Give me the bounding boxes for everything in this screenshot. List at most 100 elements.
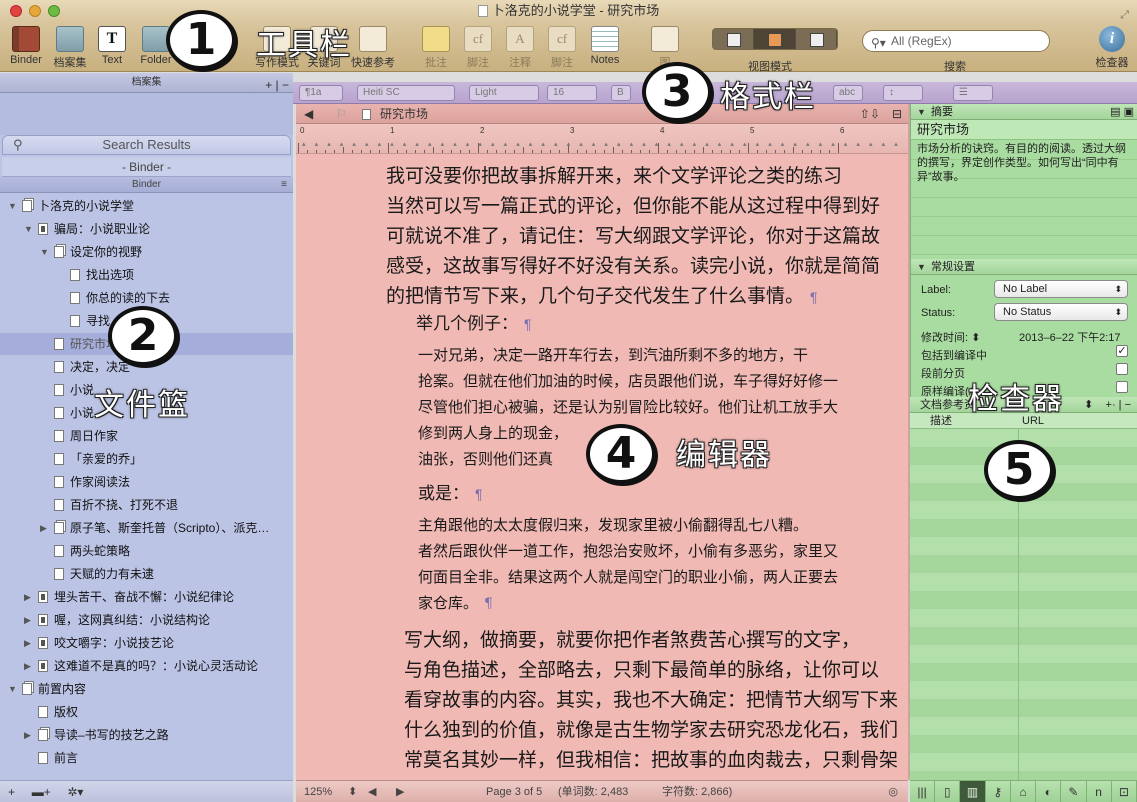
comment-button[interactable]: A 注释 — [504, 26, 536, 70]
binder-item[interactable]: 周日作家 — [0, 425, 293, 447]
collections-toolbar-button[interactable]: 档案集 — [52, 26, 88, 70]
binder-item[interactable]: ▶ 这难道不是真的吗？：小说心灵活动论 — [0, 655, 293, 677]
binder-item[interactable]: 天赋的力有未逮 — [0, 563, 293, 585]
binder-item[interactable]: ▶ 喔，这网真纠结：小说结构论 — [0, 609, 293, 631]
binder-item[interactable]: ▶ 埋头苦干、奋战不懈：小说纪律论 — [0, 586, 293, 608]
search-input[interactable]: ⚲▾ All (RegEx) — [862, 30, 1050, 52]
split-editor-icon[interactable]: ⊟ — [892, 104, 902, 124]
tab-stop-marker[interactable]: ▴ — [365, 140, 369, 148]
lock-icon[interactable]: ⊡ — [1112, 781, 1137, 802]
tab-stop-marker[interactable]: ▴ — [781, 140, 785, 148]
corkboard-view-button[interactable] — [754, 29, 796, 49]
disclosure-open-icon[interactable]: ▼ — [8, 678, 18, 700]
tab-stop-marker[interactable]: ▴ — [567, 140, 571, 148]
add-folder-button[interactable]: ▬+ — [32, 785, 51, 799]
gear-icon[interactable]: ✲▾ — [67, 785, 83, 799]
tab-stop-marker[interactable]: ▴ — [403, 140, 407, 148]
label-select[interactable]: No Label ⬍ — [994, 280, 1128, 298]
binder-item[interactable]: ▼ 骗局：小说职业论 — [0, 218, 293, 240]
tab-stop-marker[interactable]: ▴ — [756, 140, 760, 148]
tab-stop-marker[interactable]: ▴ — [315, 140, 319, 148]
notes-tab-icon[interactable]: ||| — [910, 781, 936, 802]
tab-stop-marker[interactable]: ▴ — [428, 140, 432, 148]
list-style-select[interactable]: ☰ — [953, 85, 993, 101]
font-family-select[interactable]: Heiti SC — [357, 85, 455, 101]
binder-item[interactable]: 「亲爱的乔」 — [0, 448, 293, 470]
references-tab-icon[interactable]: ▥ — [960, 781, 986, 802]
tab-stop-marker[interactable]: ▴ — [718, 140, 722, 148]
references-menu-icon[interactable]: ⬍ — [1084, 397, 1093, 413]
include-compile-checkbox[interactable]: ✓ — [1116, 345, 1128, 357]
tab-stop-marker[interactable]: ▴ — [302, 140, 306, 148]
synopsis-view-icon[interactable]: ▤ ▣ — [1110, 104, 1134, 120]
status-select[interactable]: No Status ⬍ — [994, 303, 1128, 321]
tab-stop-marker[interactable]: ▴ — [642, 140, 646, 148]
navigate-up-down-icon[interactable]: ⇧⇩ — [860, 104, 880, 124]
tab-stop-marker[interactable]: ▴ — [390, 140, 394, 148]
binder-item[interactable]: ▶ 导读–书写的技艺之路 — [0, 724, 293, 746]
document-tab-icon[interactable]: ▯ — [935, 781, 961, 802]
disclosure-closed-icon[interactable]: ▶ — [24, 632, 34, 654]
highlight-button[interactable]: abc — [833, 85, 863, 101]
tab-stop-marker[interactable]: ▴ — [844, 140, 848, 148]
inline-footnote-button[interactable]: cf 脚注 — [546, 26, 578, 70]
tab-stop-marker[interactable]: ▴ — [831, 140, 835, 148]
binder-item[interactable]: 百折不挠、打死不退 — [0, 494, 293, 516]
tab-stop-marker[interactable]: ▴ — [655, 140, 659, 148]
tab-stop-marker[interactable]: ▴ — [541, 140, 545, 148]
snapshots-tab-icon[interactable]: ◐ — [1036, 781, 1062, 802]
binder-item[interactable]: 作家阅读法 — [0, 471, 293, 493]
disclosure-closed-icon[interactable]: ▶ — [24, 586, 34, 608]
binder-menu-icon[interactable]: ≡ — [281, 177, 287, 193]
disclosure-closed-icon[interactable]: ▶ — [24, 655, 34, 677]
binder-item[interactable]: 两头蛇策略 — [0, 540, 293, 562]
tab-stop-marker[interactable]: ▴ — [856, 140, 860, 148]
tab-stop-marker[interactable]: ▴ — [441, 140, 445, 148]
disclosure-open-icon[interactable]: ▼ — [40, 241, 50, 263]
synopsis-title[interactable]: 研究市场 — [911, 120, 1137, 140]
binder-item[interactable]: ▶ 咬文嚼字：小说技艺论 — [0, 632, 293, 654]
tab-stop-marker[interactable]: ▴ — [466, 140, 470, 148]
quick-reference-button[interactable]: 快速参考 — [350, 26, 396, 70]
page-break-checkbox[interactable] — [1116, 363, 1128, 375]
bookmark-icon[interactable]: ⚐ — [336, 104, 347, 124]
font-weight-select[interactable]: Light — [469, 85, 539, 101]
tag-tab-icon[interactable]: ⌂ — [1011, 781, 1037, 802]
minimize-window-button[interactable] — [29, 5, 41, 17]
footnotes-tab-icon[interactable]: n — [1087, 781, 1112, 802]
close-window-button[interactable] — [10, 5, 22, 17]
search-results-tab[interactable]: ⚲ Search Results — [2, 135, 291, 155]
tab-stop-marker[interactable]: ▴ — [730, 140, 734, 148]
bold-button[interactable]: B — [611, 85, 631, 101]
tab-stop-marker[interactable]: ▴ — [554, 140, 558, 148]
binder-item[interactable]: ▼ 前置内容 — [0, 678, 293, 700]
tab-stop-marker[interactable]: ▴ — [793, 140, 797, 148]
tab-stop-marker[interactable]: ▴ — [327, 140, 331, 148]
next-page-icon[interactable]: ▶ — [396, 781, 404, 802]
scrivenings-view-button[interactable] — [713, 29, 755, 49]
zoom-select[interactable]: 125% — [304, 781, 332, 802]
binder-toolbar-button[interactable]: Binder — [8, 26, 44, 66]
disclosure-closed-icon[interactable]: ▶ — [24, 609, 34, 631]
tab-stop-marker[interactable]: ▴ — [504, 140, 508, 148]
tab-stop-marker[interactable]: ▴ — [340, 140, 344, 148]
font-size-select[interactable]: 16 — [547, 85, 597, 101]
disclosure-open-icon[interactable]: ▼ — [8, 195, 18, 217]
binder-item[interactable]: 前言 — [0, 747, 293, 769]
disclosure-closed-icon[interactable]: ▶ — [40, 517, 50, 539]
tab-stop-marker[interactable]: ▴ — [819, 140, 823, 148]
tab-stop-marker[interactable]: ▴ — [491, 140, 495, 148]
tab-stop-marker[interactable]: ▴ — [693, 140, 697, 148]
tab-stop-marker[interactable]: ▴ — [604, 140, 608, 148]
tab-stop-marker[interactable]: ▴ — [516, 140, 520, 148]
zoom-stepper-icon[interactable]: ⬍ — [348, 781, 357, 802]
inspector-toolbar-button[interactable]: i 检查器 — [1092, 26, 1132, 70]
tab-stop-marker[interactable]: ▴ — [478, 140, 482, 148]
disclosure-open-icon[interactable]: ▼ — [24, 218, 34, 240]
tab-stop-marker[interactable]: ▴ — [705, 140, 709, 148]
line-spacing-select[interactable]: ↕ — [883, 85, 923, 101]
tab-stop-marker[interactable]: ▴ — [680, 140, 684, 148]
tab-stop-marker[interactable]: ▴ — [415, 140, 419, 148]
tab-stop-marker[interactable]: ▴ — [378, 140, 382, 148]
compile-as-is-checkbox[interactable] — [1116, 381, 1128, 393]
